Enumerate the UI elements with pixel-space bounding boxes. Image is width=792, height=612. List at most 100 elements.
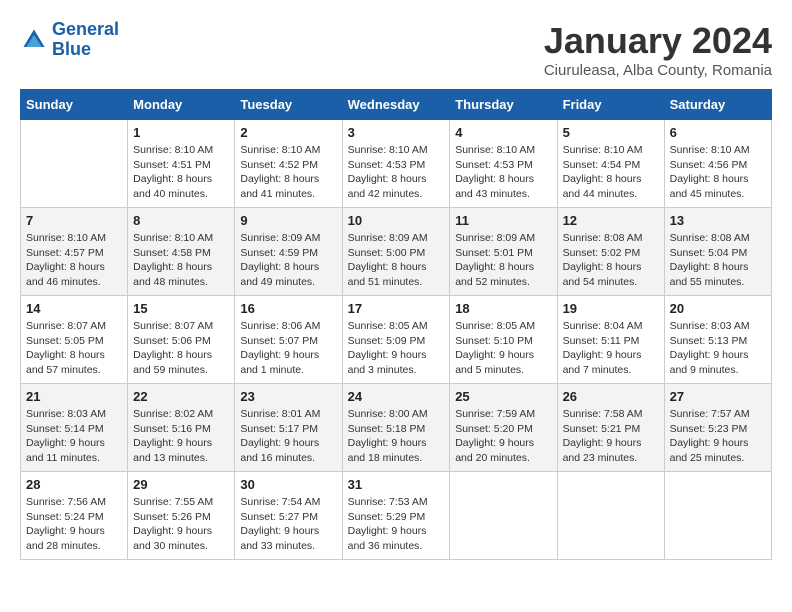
- day-cell: 6Sunrise: 8:10 AMSunset: 4:56 PMDaylight…: [664, 120, 771, 208]
- day-number: 23: [240, 389, 336, 404]
- day-number: 30: [240, 477, 336, 492]
- day-detail: Sunrise: 7:57 AMSunset: 5:23 PMDaylight:…: [670, 407, 766, 466]
- day-number: 6: [670, 125, 766, 140]
- day-cell: 7Sunrise: 8:10 AMSunset: 4:57 PMDaylight…: [21, 208, 128, 296]
- header-row: SundayMondayTuesdayWednesdayThursdayFrid…: [21, 90, 772, 120]
- day-number: 19: [563, 301, 659, 316]
- day-number: 16: [240, 301, 336, 316]
- day-cell: 18Sunrise: 8:05 AMSunset: 5:10 PMDayligh…: [450, 296, 557, 384]
- logo-line1: General: [52, 19, 119, 39]
- header-cell-friday: Friday: [557, 90, 664, 120]
- day-number: 31: [348, 477, 445, 492]
- day-detail: Sunrise: 7:55 AMSunset: 5:26 PMDaylight:…: [133, 495, 229, 554]
- day-detail: Sunrise: 8:02 AMSunset: 5:16 PMDaylight:…: [133, 407, 229, 466]
- day-detail: Sunrise: 8:09 AMSunset: 4:59 PMDaylight:…: [240, 231, 336, 290]
- header-cell-thursday: Thursday: [450, 90, 557, 120]
- day-cell: 12Sunrise: 8:08 AMSunset: 5:02 PMDayligh…: [557, 208, 664, 296]
- week-row-4: 21 Sunrise: 8:03 AMSunset: 5:14 PMDayligh…: [21, 384, 772, 472]
- day-cell: 17 Sunrise: 8:05 AMSunset: 5:09 PMDayligh…: [342, 296, 450, 384]
- week-row-3: 14 Sunrise: 8:07 AMSunset: 5:05 PMDayligh…: [21, 296, 772, 384]
- day-detail: Sunrise: 8:10 AMSunset: 4:58 PMDaylight:…: [133, 231, 229, 290]
- day-number: 27: [670, 389, 766, 404]
- day-cell: 16 Sunrise: 8:06 AMSunset: 5:07 PMDayligh…: [235, 296, 342, 384]
- page-header: General Blue January 2024 Ciuruleasa, Al…: [20, 20, 772, 79]
- day-number: 9: [240, 213, 336, 228]
- day-detail: Sunrise: 8:08 AMSunset: 5:04 PMDaylight:…: [670, 231, 766, 290]
- day-detail: Sunrise: 8:05 AMSunset: 5:09 PMDaylight:…: [348, 319, 445, 378]
- day-detail: Sunrise: 8:03 AMSunset: 5:14 PMDaylight:…: [26, 407, 122, 466]
- day-cell: 31 Sunrise: 7:53 AMSunset: 5:29 PMDayligh…: [342, 472, 450, 560]
- day-number: 28: [26, 477, 122, 492]
- subtitle: Ciuruleasa, Alba County, Romania: [544, 62, 772, 79]
- day-detail: Sunrise: 7:53 AMSunset: 5:29 PMDaylight:…: [348, 495, 445, 554]
- day-number: 21: [26, 389, 122, 404]
- day-number: 14: [26, 301, 122, 316]
- day-detail: Sunrise: 8:06 AMSunset: 5:07 PMDaylight:…: [240, 319, 336, 378]
- logo-line2: Blue: [52, 39, 91, 59]
- day-cell: [21, 120, 128, 208]
- day-number: 3: [348, 125, 445, 140]
- day-number: 22: [133, 389, 229, 404]
- day-cell: 10 Sunrise: 8:09 AMSunset: 5:00 PMDayligh…: [342, 208, 450, 296]
- week-row-2: 7Sunrise: 8:10 AMSunset: 4:57 PMDaylight…: [21, 208, 772, 296]
- day-cell: 15Sunrise: 8:07 AMSunset: 5:06 PMDayligh…: [128, 296, 235, 384]
- header-cell-wednesday: Wednesday: [342, 90, 450, 120]
- logo-text: General Blue: [52, 20, 119, 60]
- day-cell: 29 Sunrise: 7:55 AMSunset: 5:26 PMDayligh…: [128, 472, 235, 560]
- day-number: 15: [133, 301, 229, 316]
- day-number: 18: [455, 301, 551, 316]
- logo: General Blue: [20, 20, 119, 60]
- day-detail: Sunrise: 8:08 AMSunset: 5:02 PMDaylight:…: [563, 231, 659, 290]
- header-cell-tuesday: Tuesday: [235, 90, 342, 120]
- day-cell: 1 Sunrise: 8:10 AMSunset: 4:51 PMDaylight…: [128, 120, 235, 208]
- day-cell: 2Sunrise: 8:10 AMSunset: 4:52 PMDaylight…: [235, 120, 342, 208]
- header-cell-saturday: Saturday: [664, 90, 771, 120]
- day-detail: Sunrise: 8:10 AMSunset: 4:52 PMDaylight:…: [240, 143, 336, 202]
- day-cell: 25Sunrise: 7:59 AMSunset: 5:20 PMDayligh…: [450, 384, 557, 472]
- logo-icon: [20, 26, 48, 54]
- day-cell: [664, 472, 771, 560]
- day-number: 24: [348, 389, 445, 404]
- day-number: 1: [133, 125, 229, 140]
- day-cell: 13 Sunrise: 8:08 AMSunset: 5:04 PMDayligh…: [664, 208, 771, 296]
- day-detail: Sunrise: 8:09 AMSunset: 5:00 PMDaylight:…: [348, 231, 445, 290]
- day-detail: Sunrise: 8:03 AMSunset: 5:13 PMDaylight:…: [670, 319, 766, 378]
- day-cell: 22 Sunrise: 8:02 AMSunset: 5:16 PMDayligh…: [128, 384, 235, 472]
- day-detail: Sunrise: 8:10 AMSunset: 4:51 PMDaylight:…: [133, 143, 229, 202]
- day-number: 11: [455, 213, 551, 228]
- day-cell: 28 Sunrise: 7:56 AMSunset: 5:24 PMDayligh…: [21, 472, 128, 560]
- week-row-1: 1 Sunrise: 8:10 AMSunset: 4:51 PMDaylight…: [21, 120, 772, 208]
- header-cell-monday: Monday: [128, 90, 235, 120]
- day-detail: Sunrise: 8:09 AMSunset: 5:01 PMDaylight:…: [455, 231, 551, 290]
- day-cell: 19 Sunrise: 8:04 AMSunset: 5:11 PMDayligh…: [557, 296, 664, 384]
- day-detail: Sunrise: 8:10 AMSunset: 4:53 PMDaylight:…: [348, 143, 445, 202]
- day-cell: 23 Sunrise: 8:01 AMSunset: 5:17 PMDayligh…: [235, 384, 342, 472]
- day-detail: Sunrise: 8:04 AMSunset: 5:11 PMDaylight:…: [563, 319, 659, 378]
- day-number: 20: [670, 301, 766, 316]
- day-detail: Sunrise: 7:54 AMSunset: 5:27 PMDaylight:…: [240, 495, 336, 554]
- day-cell: 4Sunrise: 8:10 AMSunset: 4:53 PMDaylight…: [450, 120, 557, 208]
- day-cell: 27 Sunrise: 7:57 AMSunset: 5:23 PMDayligh…: [664, 384, 771, 472]
- day-cell: 3 Sunrise: 8:10 AMSunset: 4:53 PMDaylight…: [342, 120, 450, 208]
- calendar-table: SundayMondayTuesdayWednesdayThursdayFrid…: [20, 89, 772, 560]
- day-cell: 5Sunrise: 8:10 AMSunset: 4:54 PMDaylight…: [557, 120, 664, 208]
- day-number: 13: [670, 213, 766, 228]
- day-detail: Sunrise: 8:01 AMSunset: 5:17 PMDaylight:…: [240, 407, 336, 466]
- day-cell: 14 Sunrise: 8:07 AMSunset: 5:05 PMDayligh…: [21, 296, 128, 384]
- day-detail: Sunrise: 8:07 AMSunset: 5:05 PMDaylight:…: [26, 319, 122, 378]
- day-detail: Sunrise: 8:10 AMSunset: 4:57 PMDaylight:…: [26, 231, 122, 290]
- title-area: January 2024 Ciuruleasa, Alba County, Ro…: [544, 20, 772, 79]
- day-number: 26: [563, 389, 659, 404]
- day-number: 17: [348, 301, 445, 316]
- day-number: 4: [455, 125, 551, 140]
- day-cell: 11 Sunrise: 8:09 AMSunset: 5:01 PMDayligh…: [450, 208, 557, 296]
- day-cell: 20 Sunrise: 8:03 AMSunset: 5:13 PMDayligh…: [664, 296, 771, 384]
- day-cell: 21 Sunrise: 8:03 AMSunset: 5:14 PMDayligh…: [21, 384, 128, 472]
- day-cell: [450, 472, 557, 560]
- day-number: 29: [133, 477, 229, 492]
- day-number: 10: [348, 213, 445, 228]
- main-title: January 2024: [544, 20, 772, 62]
- day-detail: Sunrise: 7:58 AMSunset: 5:21 PMDaylight:…: [563, 407, 659, 466]
- day-detail: Sunrise: 7:56 AMSunset: 5:24 PMDaylight:…: [26, 495, 122, 554]
- day-cell: 30 Sunrise: 7:54 AMSunset: 5:27 PMDayligh…: [235, 472, 342, 560]
